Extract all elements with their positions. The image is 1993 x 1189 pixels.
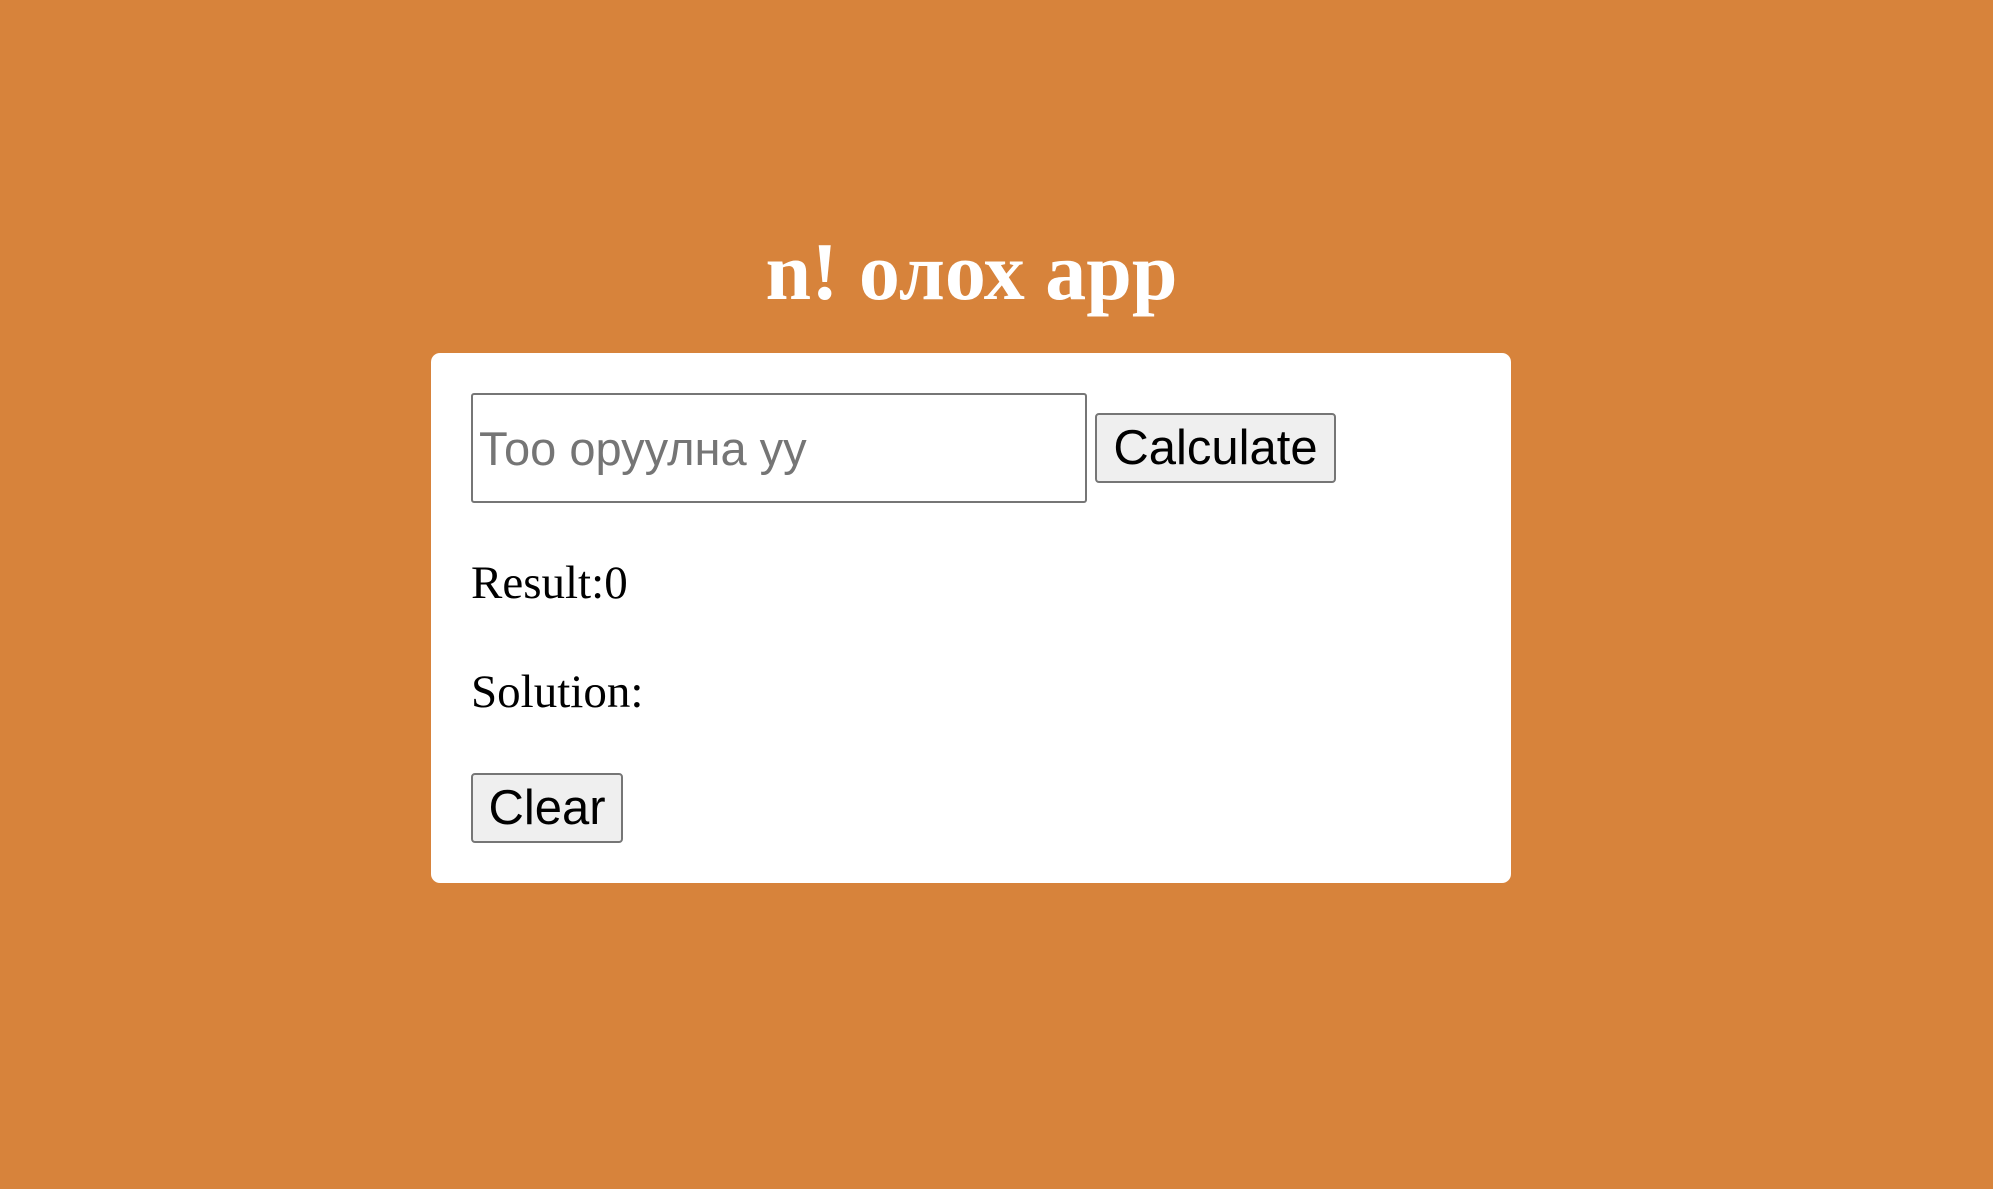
calculate-button[interactable]: Calculate	[1095, 413, 1336, 483]
solution-label: Solution:	[471, 666, 644, 718]
result-label: Result:	[471, 557, 605, 609]
result-line: Result:0	[471, 560, 628, 607]
page-title: n! олох app	[765, 226, 1178, 317]
result-value: 0	[604, 557, 628, 609]
number-input[interactable]	[471, 393, 1087, 503]
calculator-card: Calculate Result:0 Solution: Clear	[431, 353, 1511, 883]
solution-line: Solution:	[471, 669, 643, 716]
clear-button[interactable]: Clear	[471, 773, 623, 843]
